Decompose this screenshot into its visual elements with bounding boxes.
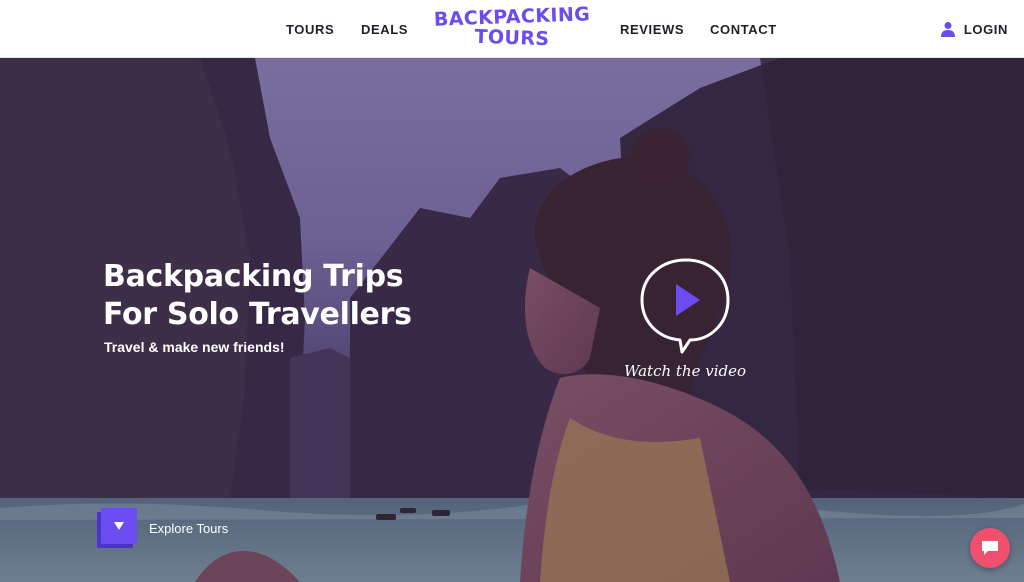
site-logo[interactable]: BACKPACKING TOURS bbox=[430, 3, 594, 52]
hero-section: Backpacking Trips For Solo Travellers Tr… bbox=[0, 58, 1024, 582]
login-button[interactable]: LOGIN bbox=[940, 20, 1008, 38]
hero-title-line-1: Backpacking Trips bbox=[103, 259, 404, 294]
user-icon bbox=[940, 21, 956, 37]
logo-line-2: TOURS bbox=[474, 25, 550, 51]
explore-tours-label: Explore Tours bbox=[149, 520, 229, 536]
play-icon bbox=[676, 284, 700, 316]
hero-subtitle: Travel & make new friends! bbox=[104, 339, 285, 355]
nav-contact[interactable]: CONTACT bbox=[710, 22, 777, 37]
chat-button[interactable] bbox=[970, 528, 1010, 568]
explore-icon-box bbox=[97, 508, 137, 548]
login-label: LOGIN bbox=[963, 21, 1008, 37]
nav-deals[interactable]: DEALS bbox=[361, 22, 408, 37]
nav-reviews[interactable]: REVIEWS bbox=[620, 22, 684, 37]
hero-title-line-2: For Solo Travellers bbox=[103, 297, 412, 332]
watch-video-label[interactable]: Watch the video bbox=[620, 362, 750, 380]
site-header: TOURS DEALS BACKPACKING TOURS REVIEWS CO… bbox=[0, 0, 1024, 58]
hero-title: Backpacking Trips For Solo Travellers bbox=[103, 258, 433, 334]
chat-icon bbox=[982, 541, 998, 555]
explore-tours-button[interactable]: Explore Tours bbox=[97, 508, 228, 548]
nav-tours[interactable]: TOURS bbox=[286, 22, 334, 37]
chevron-down-icon bbox=[114, 522, 124, 530]
